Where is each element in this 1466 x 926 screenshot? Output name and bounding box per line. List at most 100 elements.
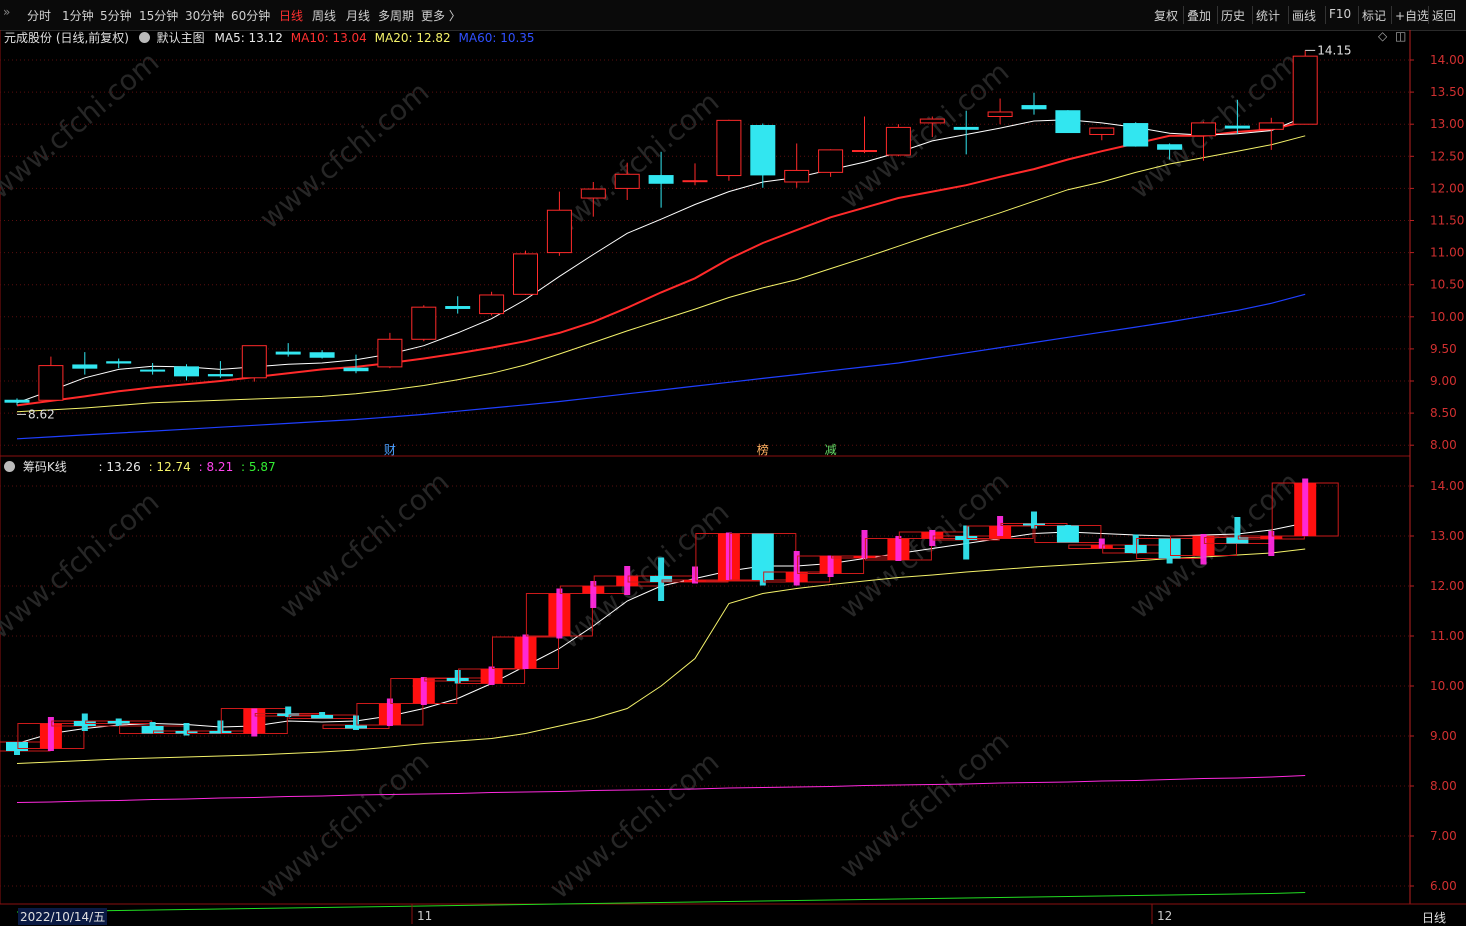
candle-body bbox=[750, 124, 776, 176]
indicator-value-1: : 13.26 bbox=[98, 460, 141, 474]
main-y-tick-label: 14.00 bbox=[1430, 53, 1464, 67]
window-icon[interactable]: ◫ bbox=[1395, 29, 1406, 43]
candle-body bbox=[72, 364, 98, 369]
candle-body bbox=[919, 118, 945, 124]
candle-body bbox=[377, 338, 403, 368]
candle-body bbox=[1021, 105, 1047, 110]
candle-body bbox=[818, 149, 844, 173]
start-date-label: 2022/10/14/五 bbox=[18, 908, 108, 925]
main-y-tick-label: 8.00 bbox=[1430, 438, 1457, 452]
chip-candle-tick bbox=[353, 715, 359, 730]
chip-candle-tick bbox=[115, 718, 122, 726]
chip-candle-tick bbox=[556, 588, 563, 639]
candle-body bbox=[1258, 122, 1284, 130]
low-price-label: 8.62 bbox=[28, 407, 55, 421]
chip-candle-tick bbox=[759, 535, 766, 586]
chip-candle-tick bbox=[895, 536, 902, 561]
month-label: 12 bbox=[1157, 909, 1172, 923]
watermark-text: www.cfchi.com bbox=[0, 45, 165, 205]
event-marker: 减 bbox=[825, 443, 837, 457]
main-y-tick-label: 11.50 bbox=[1430, 214, 1464, 228]
chip-candle-tick bbox=[963, 525, 970, 560]
candle-body bbox=[546, 209, 572, 254]
ma5-value: MA5: 13.12 bbox=[214, 31, 283, 45]
candle-body bbox=[1055, 110, 1081, 134]
candle-body bbox=[614, 173, 640, 189]
chip-line-4 bbox=[16, 892, 1306, 913]
ma10-value: MA10: 13.04 bbox=[290, 31, 367, 45]
indicator-toggle-icon[interactable] bbox=[4, 461, 15, 472]
chip-candle-tick bbox=[1098, 538, 1105, 549]
sub-y-tick-label: 7.00 bbox=[1430, 829, 1457, 843]
candle-body bbox=[1292, 55, 1318, 125]
sub-y-tick-label: 6.00 bbox=[1430, 879, 1457, 893]
chip-candle-tick bbox=[1132, 534, 1139, 554]
candle-body bbox=[445, 306, 471, 309]
chip-candle-tick bbox=[590, 581, 597, 608]
chip-candle-tick bbox=[624, 566, 631, 595]
chip-candle-tick bbox=[14, 749, 20, 755]
chip-candle-tick bbox=[827, 555, 834, 577]
chip-candle-tick bbox=[454, 670, 461, 684]
chip-candle-tick bbox=[47, 717, 54, 751]
candle-body bbox=[38, 365, 64, 401]
candle-body bbox=[275, 351, 301, 355]
period-label[interactable]: 日线 bbox=[1422, 909, 1446, 926]
sub-y-tick-label: 14.00 bbox=[1430, 479, 1464, 493]
main-y-tick-label: 13.50 bbox=[1430, 85, 1464, 99]
chip-candle-tick bbox=[1268, 531, 1275, 556]
chip-candle-tick bbox=[1200, 534, 1207, 565]
month-label: 11 bbox=[417, 909, 432, 923]
sub-y-tick-label: 12.00 bbox=[1430, 579, 1464, 593]
chip-candle-tick bbox=[658, 557, 665, 601]
chip-candle-tick bbox=[725, 532, 732, 580]
sub-y-tick-label: 13.00 bbox=[1430, 529, 1464, 543]
chip-candle-tick bbox=[1064, 525, 1071, 543]
main-y-tick-label: 12.00 bbox=[1430, 181, 1464, 195]
chip-candle-tick bbox=[929, 530, 936, 546]
sub-y-tick-label: 8.00 bbox=[1430, 779, 1457, 793]
candle-body bbox=[580, 188, 606, 199]
candle-body bbox=[1224, 125, 1250, 129]
chip-candle-tick bbox=[488, 666, 495, 685]
candle-body bbox=[648, 175, 674, 184]
candle-body bbox=[852, 150, 877, 153]
watermark-text: www.cfchi.com bbox=[253, 75, 435, 235]
candle-body bbox=[479, 294, 505, 315]
candle-body bbox=[1089, 127, 1115, 135]
indicator-name[interactable]: 筹码K线 bbox=[23, 460, 67, 474]
candle-body bbox=[309, 352, 335, 358]
candle-body bbox=[140, 369, 166, 372]
candle-body bbox=[1123, 123, 1149, 147]
chip-candle-tick bbox=[251, 708, 258, 737]
template-toggle-icon[interactable] bbox=[138, 32, 150, 43]
main-y-tick-label: 8.50 bbox=[1430, 406, 1457, 420]
candle-body bbox=[953, 126, 979, 130]
watermark-text: www.cfchi.com bbox=[273, 465, 455, 625]
event-marker: 榜 bbox=[757, 442, 769, 457]
chip-candle-tick bbox=[319, 712, 326, 719]
chip-candle-tick bbox=[1166, 551, 1173, 564]
main-y-tick-label: 12.50 bbox=[1430, 149, 1464, 163]
diamond-icon[interactable]: ◇ bbox=[1378, 29, 1387, 43]
candle-body bbox=[207, 374, 233, 377]
candle-body bbox=[513, 253, 538, 295]
watermark-text: www.cfchi.com bbox=[253, 745, 435, 905]
main-info-bar: 元成股份 (日线,前复权) 默认主图 MA5: 13.12 MA10: 13.0… bbox=[4, 29, 535, 46]
chip-candle-tick bbox=[217, 720, 224, 734]
chip-candle-tick bbox=[149, 722, 156, 731]
watermark-text: www.cfchi.com bbox=[543, 745, 725, 905]
chip-candle-tick bbox=[81, 713, 88, 731]
ma60-line bbox=[16, 293, 1306, 440]
main-y-tick-label: 10.00 bbox=[1430, 310, 1464, 324]
sub-y-tick-label: 11.00 bbox=[1430, 629, 1464, 643]
candle-body bbox=[885, 126, 911, 156]
candle-body bbox=[716, 119, 742, 177]
template-name[interactable]: 默认主图 bbox=[157, 31, 205, 45]
main-y-tick-label: 11.00 bbox=[1430, 246, 1464, 260]
chip-candle-tick bbox=[861, 530, 868, 559]
indicator-value-4: : 5.87 bbox=[241, 460, 276, 474]
watermark-text: www.cfchi.com bbox=[833, 465, 1015, 625]
candle-body bbox=[106, 361, 132, 364]
ma20-value: MA20: 12.82 bbox=[374, 31, 451, 45]
